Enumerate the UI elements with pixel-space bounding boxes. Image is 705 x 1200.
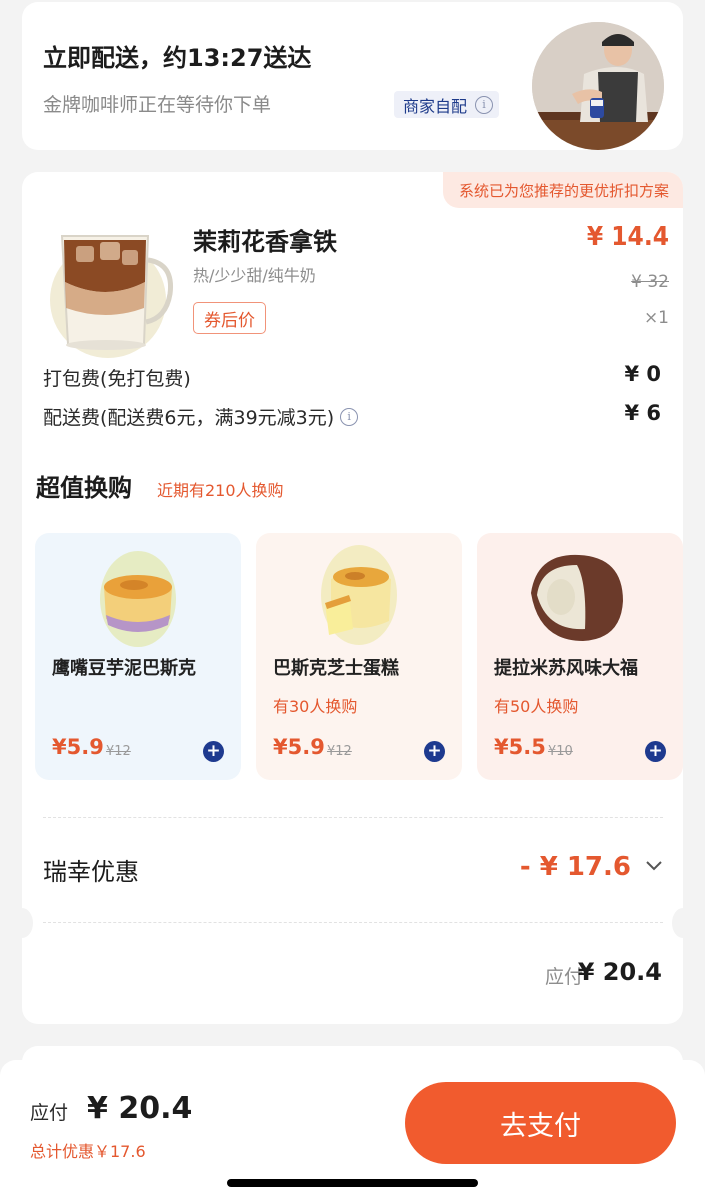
luckin-discount-label[interactable]: 瑞幸优惠 (43, 852, 139, 887)
add-button[interactable]: + (645, 741, 666, 762)
delivery-fee-label: 配送费(配送费6元，满39元减3元) (43, 407, 335, 429)
bottom-payable-value: ¥ 20.4 (87, 1091, 193, 1126)
product-image (321, 545, 397, 645)
bottom-pay-bar: 应付 ¥ 20.4 总计优惠￥17.6 去支付 (0, 1060, 705, 1200)
pay-button[interactable]: 去支付 (405, 1082, 676, 1164)
payable-value: ¥ 20.4 (577, 958, 662, 986)
swap-item-name: 提拉米苏风味大福 (494, 658, 638, 679)
swap-item-original-price: ¥12 (106, 744, 131, 759)
coupon-price-tag: 券后价 (193, 302, 266, 334)
swap-item-card[interactable]: 巴斯克芝士蛋糕 有30人换购 ¥5.9 ¥12 + (256, 533, 462, 780)
product-image (100, 551, 176, 647)
info-circle-icon[interactable]: i (475, 95, 494, 114)
swap-item-meta: 有50人换购 (494, 697, 579, 716)
swap-item-card[interactable]: 提拉米苏风味大福 有50人换购 ¥5.5 ¥10 + (477, 533, 683, 780)
merchant-delivery-label: 商家自配 (403, 96, 468, 116)
swap-item-price: ¥5.9 (52, 735, 104, 759)
add-button[interactable]: + (424, 741, 445, 762)
product-image (531, 554, 623, 641)
product-price: ¥ 14.4 (586, 222, 669, 252)
chevron-down-icon[interactable] (645, 853, 663, 877)
swap-item-original-price: ¥12 (327, 744, 352, 759)
bottom-payable-label: 应付 (30, 1102, 69, 1124)
divider (43, 817, 663, 818)
delivery-card: 立即配送，约13:27送达 金牌咖啡师正在等待你下单 商家自配 i (22, 2, 683, 150)
order-card: 系统已为您推荐的更优折扣方案 茉莉花香拿铁 热/少少甜/纯牛奶 券后价 ¥ 14… (22, 172, 683, 1024)
delivery-time-title: 立即配送，约13:27送达 (43, 44, 312, 72)
swap-item-price: ¥5.5 (494, 735, 546, 759)
delivery-subtitle: 金牌咖啡师正在等待你下单 (43, 94, 272, 116)
swap-item-card[interactable]: 鹰嘴豆芋泥巴斯克 ¥5.9 ¥12 + (35, 533, 241, 780)
packing-fee-row: 打包费(免打包费) (43, 364, 191, 391)
delivery-fee-value: ¥ 6 (624, 401, 661, 425)
add-button[interactable]: + (203, 741, 224, 762)
delivery-fee-row: 配送费(配送费6元，满39元减3元) i (43, 403, 359, 430)
swap-item-price: ¥5.9 (273, 735, 325, 759)
divider (43, 922, 663, 923)
barista-image (532, 22, 664, 150)
product-original-price: ¥ 32 (631, 272, 669, 292)
ticket-notch-right (672, 908, 683, 938)
home-indicator[interactable] (227, 1179, 478, 1187)
swap-item-name: 鹰嘴豆芋泥巴斯克 (52, 658, 196, 679)
luckin-discount-value[interactable]: - ¥ 17.6 (520, 852, 631, 882)
swap-item-original-price: ¥10 (548, 744, 573, 759)
packing-fee-value: ¥ 0 (624, 362, 661, 386)
product-name: 茉莉花香拿铁 (193, 228, 337, 256)
ticket-notch-left (22, 908, 33, 938)
product-image (46, 210, 176, 358)
swap-item-meta: 有30人换购 (273, 697, 358, 716)
merchant-delivery-tag[interactable]: 商家自配 i (394, 91, 500, 118)
product-options: 热/少少甜/纯牛奶 (193, 266, 316, 285)
product-quantity: ×1 (643, 308, 669, 328)
recommend-banner[interactable]: 系统已为您推荐的更优折扣方案 (442, 172, 683, 208)
packing-fee-label: 打包费(免打包费) (43, 368, 191, 390)
info-circle-icon[interactable]: i (340, 407, 359, 426)
swap-item-name: 巴斯克芝士蛋糕 (273, 658, 399, 679)
swap-section-subtitle: 近期有210人换购 (157, 481, 284, 500)
swap-section-title: 超值换购 (36, 474, 132, 502)
total-discount-text: 总计优惠￥17.6 (30, 1142, 146, 1161)
